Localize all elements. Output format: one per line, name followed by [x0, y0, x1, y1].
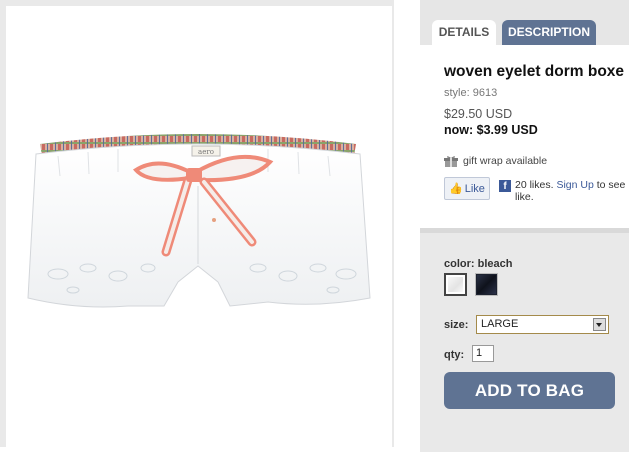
quantity-input[interactable]: 1 — [472, 345, 494, 362]
purchase-options: color: bleach size: LARGE qty: 1 ADD TO … — [420, 228, 629, 452]
facebook-icon: f — [499, 180, 511, 192]
facebook-like-button[interactable]: 👍 Like — [444, 177, 490, 200]
product-image-frame: aero — [6, 6, 392, 447]
likes-count: 20 likes. — [515, 179, 554, 191]
gift-wrap-note: gift wrap available — [444, 155, 547, 167]
chevron-down-icon[interactable] — [593, 318, 606, 331]
svg-text:aero: aero — [198, 148, 214, 156]
original-price: $29.50 USD — [444, 107, 513, 121]
product-title: woven eyelet dorm boxe — [444, 63, 625, 80]
product-style-number: style: 9613 — [444, 87, 498, 99]
tab-bar: DETAILS DESCRIPTION — [420, 0, 629, 49]
gift-wrap-text: gift wrap available — [463, 155, 548, 167]
size-selected-value: LARGE — [481, 318, 519, 330]
gift-icon — [444, 156, 458, 167]
color-swatch-bleach[interactable] — [444, 273, 467, 296]
image-panel: aero — [0, 0, 394, 447]
thumbs-up-icon: 👍 — [449, 183, 463, 195]
product-image[interactable]: aero — [18, 6, 388, 447]
details-panel: DETAILS DESCRIPTION woven eyelet dorm bo… — [420, 0, 629, 452]
sale-price: now: $3.99 USD — [444, 123, 538, 137]
color-label: color: bleach — [444, 258, 513, 270]
tab-description[interactable]: DESCRIPTION — [502, 20, 596, 45]
like-label: Like — [464, 182, 485, 195]
size-label: size: — [444, 319, 469, 331]
color-swatch-navy[interactable] — [475, 273, 498, 296]
size-select[interactable]: LARGE — [476, 315, 609, 334]
signup-link[interactable]: Sign Up — [556, 179, 593, 191]
likes-count-text: 20 likes. Sign Up to see like. — [515, 179, 627, 203]
tab-details[interactable]: DETAILS — [432, 20, 496, 45]
add-to-bag-button[interactable]: ADD TO BAG — [444, 372, 615, 409]
qty-label: qty: — [444, 349, 465, 361]
